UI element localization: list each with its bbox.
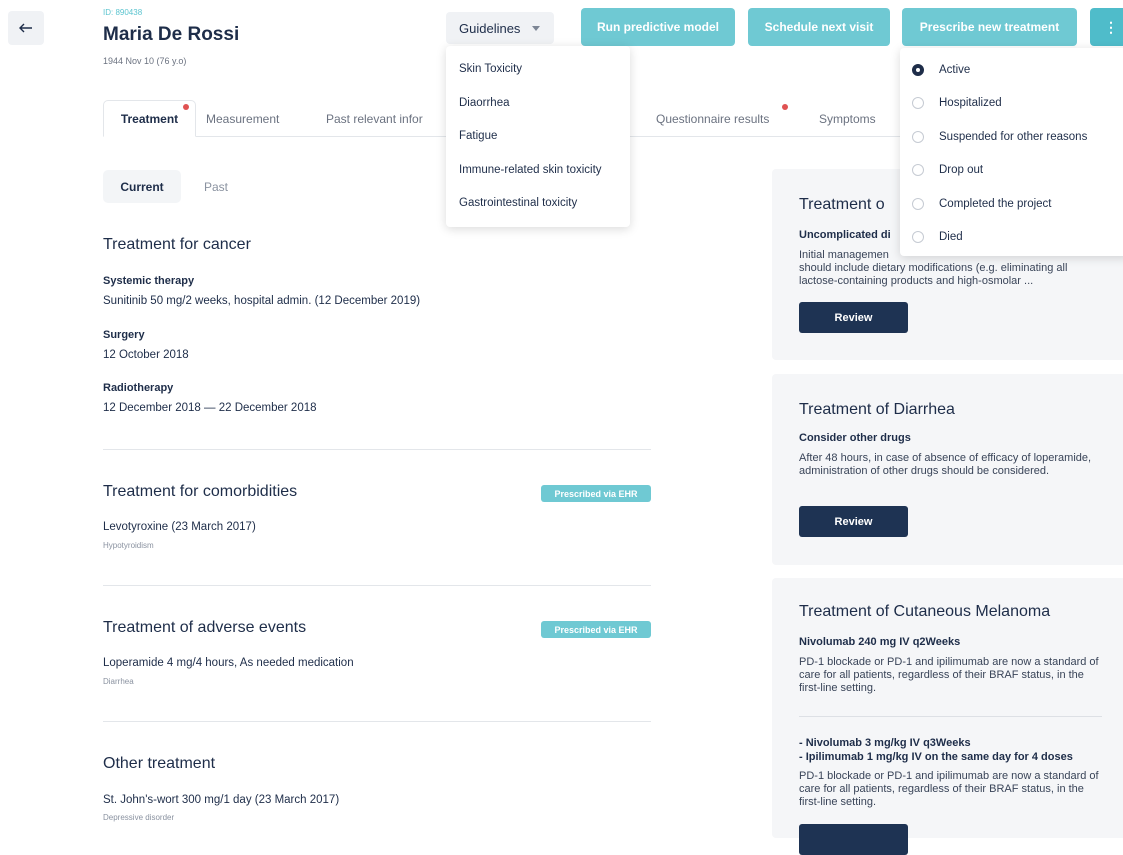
patient-status-menu: Active Hospitalized Suspended for other … <box>900 48 1123 256</box>
guideline-item-skin-toxicity[interactable]: Skin Toxicity <box>459 63 522 75</box>
status-label: Suspended for other reasons <box>939 131 1088 143</box>
arrow-left-icon <box>19 23 32 33</box>
run-predictive-model-button[interactable]: Run predictive model <box>581 8 735 46</box>
tab-label: Questionnaire results <box>656 111 770 126</box>
section-title-comorbidities: Treatment for comorbidities <box>103 483 298 500</box>
tab-measurement[interactable]: Measurement <box>206 100 279 137</box>
guideline-item-immune-skin-toxicity[interactable]: Immune-related skin toxicity <box>459 164 602 176</box>
status-option-hospitalized[interactable]: Hospitalized <box>912 97 1002 109</box>
notification-dot <box>183 104 189 110</box>
guidelines-menu: Skin Toxicity Diaorrhea Fatigue Immune-r… <box>446 46 630 227</box>
status-option-active[interactable]: Active <box>912 64 970 76</box>
tab-symptoms[interactable]: Symptoms <box>819 100 876 137</box>
card-subtitle: Uncomplicated di <box>799 229 891 241</box>
card-title: Treatment of Cutaneous Melanoma <box>799 603 1051 620</box>
section-title-adverse-events: Treatment of adverse events <box>103 619 307 636</box>
surgery-value: 12 October 2018 <box>103 349 189 361</box>
patient-dob: 1944 Nov 10 (76 y.o) <box>103 56 187 66</box>
card-subtitle: Consider other drugs <box>799 432 911 444</box>
review-button[interactable]: Review <box>799 506 908 537</box>
patient-name: Maria De Rossi <box>103 24 240 45</box>
section-title-cancer: Treatment for cancer <box>103 236 251 253</box>
other-treatment-value: St. John's-wort 300 mg/1 day (23 March 2… <box>103 794 340 806</box>
card-text: PD-1 blockade or PD-1 and ipilimumab are… <box>799 770 1099 808</box>
systemic-therapy-label: Systemic therapy <box>103 275 195 287</box>
guideline-item-gi-toxicity[interactable]: Gastrointestinal toxicity <box>459 197 577 209</box>
status-label: Completed the project <box>939 198 1052 210</box>
radiotherapy-value: 12 December 2018 — 22 December 2018 <box>103 402 317 414</box>
tab-questionnaire-results[interactable]: Questionnaire results <box>656 100 769 137</box>
status-label: Drop out <box>939 164 984 176</box>
tab-label: Past relevant infor <box>326 111 423 126</box>
tab-label: Symptoms <box>819 111 876 126</box>
adverse-treatment-value: Loperamide 4 mg/4 hours, As needed medic… <box>103 657 354 669</box>
guidelines-label: Guidelines <box>459 20 521 36</box>
prescribe-new-treatment-button[interactable]: Prescribe new treatment <box>902 8 1077 46</box>
card-divider <box>799 716 1102 717</box>
guideline-item-fatigue[interactable]: Fatigue <box>459 130 497 142</box>
guidelines-dropdown[interactable]: Guidelines <box>446 12 554 44</box>
radio-checked-icon <box>912 64 924 76</box>
subtab-past[interactable]: Past <box>204 180 228 194</box>
subtab-current[interactable]: Current <box>103 170 181 203</box>
status-option-completed[interactable]: Completed the project <box>912 198 1052 210</box>
guideline-item-diarrhea[interactable]: Diaorrhea <box>459 97 510 109</box>
section-divider <box>103 721 651 722</box>
card-subtitle: Nivolumab 240 mg IV q2Weeks <box>799 636 961 648</box>
review-button[interactable] <box>799 824 908 855</box>
status-label: Hospitalized <box>939 97 1002 109</box>
radio-icon <box>912 131 924 143</box>
patient-id: ID: 890438 <box>103 8 143 17</box>
radio-icon <box>912 231 924 243</box>
status-label: Died <box>939 231 963 243</box>
status-option-drop-out[interactable]: Drop out <box>912 164 983 176</box>
section-divider <box>103 449 651 450</box>
radio-icon <box>912 97 924 109</box>
adverse-condition: Diarrhea <box>103 677 134 686</box>
comorbidity-condition: Hypotyroidism <box>103 541 154 550</box>
card-title: Treatment of Diarrhea <box>799 401 955 418</box>
review-button[interactable]: Review <box>799 302 908 333</box>
schedule-next-visit-button[interactable]: Schedule next visit <box>748 8 890 46</box>
more-options-button[interactable]: ⋮ <box>1090 8 1123 46</box>
card-text: PD-1 blockade or PD-1 and ipilimumab are… <box>799 656 1099 694</box>
tab-label: Treatment <box>120 111 179 126</box>
card-subtitle: - Ipilimumab 1 mg/kg IV on the same day … <box>799 751 1073 763</box>
surgery-label: Surgery <box>103 329 145 341</box>
status-option-died[interactable]: Died <box>912 231 963 243</box>
prescribed-via-ehr-badge: Prescribed via EHR <box>541 621 651 638</box>
tab-past-relevant-information[interactable]: Past relevant infor <box>326 100 423 137</box>
radio-icon <box>912 198 924 210</box>
section-title-other: Other treatment <box>103 755 216 772</box>
prescribed-via-ehr-badge: Prescribed via EHR <box>541 485 651 502</box>
radiotherapy-label: Radiotherapy <box>103 382 174 394</box>
card-text-rest: should include dietary modifications (e.… <box>799 262 1068 287</box>
section-divider <box>103 585 651 586</box>
comorbidity-treatment-value: Levotyroxine (23 March 2017) <box>103 521 256 533</box>
card-title: Treatment o <box>799 196 885 213</box>
systemic-therapy-value: Sunitinib 50 mg/2 weeks, hospital admin.… <box>103 295 421 307</box>
status-option-suspended[interactable]: Suspended for other reasons <box>912 131 1087 143</box>
chevron-down-icon <box>532 25 541 31</box>
notification-dot <box>782 104 788 110</box>
card-subtitle: - Nivolumab 3 mg/kg IV q3Weeks <box>799 737 971 749</box>
radio-icon <box>912 164 924 176</box>
other-condition: Depressive disorder <box>103 813 175 822</box>
guideline-card: Treatment of Cutaneous Melanoma Nivoluma… <box>772 578 1123 855</box>
guideline-card: Treatment of Diarrhea Consider other dru… <box>772 374 1123 565</box>
card-text-line: Initial managemen <box>799 249 889 261</box>
status-label: Active <box>939 64 971 76</box>
card-text: After 48 hours, in case of absence of ef… <box>799 452 1092 477</box>
tab-label: Measurement <box>206 111 280 126</box>
back-button[interactable] <box>8 11 44 45</box>
